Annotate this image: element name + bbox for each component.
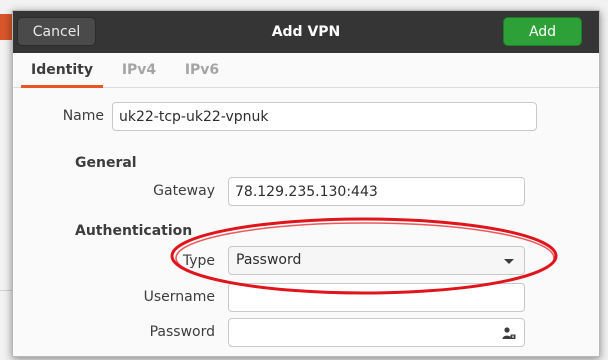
gateway-label: Gateway: [153, 183, 215, 199]
type-dropdown[interactable]: Password: [228, 246, 525, 275]
username-input[interactable]: [228, 283, 525, 312]
tab-identity[interactable]: Identity: [21, 53, 103, 88]
authentication-heading: Authentication: [75, 223, 193, 239]
tab-ipv4[interactable]: IPv4: [113, 53, 165, 87]
password-label: Password: [149, 324, 215, 340]
general-heading: General: [75, 155, 137, 171]
tab-bar: Identity IPv4 IPv6: [13, 53, 599, 88]
add-vpn-dialog: Add VPN Cancel Add Identity IPv4 IPv6 Na…: [12, 10, 600, 357]
name-label: Name: [62, 108, 104, 124]
dialog-titlebar: Add VPN Cancel Add: [13, 11, 599, 53]
username-label: Username: [143, 289, 215, 305]
tab-ipv6[interactable]: IPv6: [176, 53, 228, 87]
user-key-icon[interactable]: [502, 326, 516, 340]
cancel-button[interactable]: Cancel: [17, 17, 96, 46]
add-button[interactable]: Add: [503, 17, 582, 46]
name-input[interactable]: [112, 102, 537, 131]
type-label: Type: [182, 253, 215, 269]
background-accent: [0, 14, 12, 40]
password-input[interactable]: [228, 318, 525, 347]
chevron-down-icon: [504, 259, 514, 264]
type-dropdown-value: Password: [236, 252, 302, 268]
gateway-input[interactable]: [228, 177, 525, 206]
